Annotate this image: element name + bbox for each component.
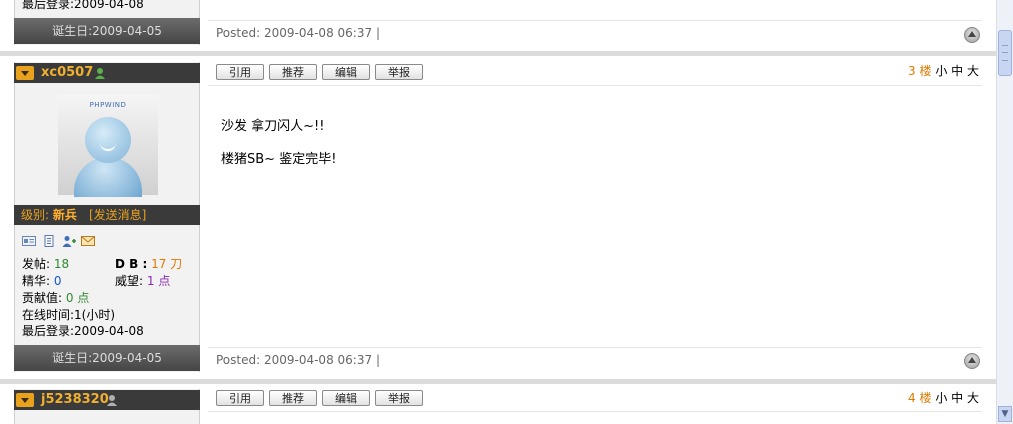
stat-online-time: 在线时间:1(小时) — [22, 308, 116, 322]
next-recommend-button[interactable]: 推荐 — [269, 390, 317, 406]
stat-contribution: 贡献值: 0 点 — [22, 289, 89, 306]
floor-label: 楼 — [919, 64, 932, 78]
stat-contribution-value: 0 点 — [65, 291, 90, 305]
author-username[interactable]: xc0507 — [41, 65, 93, 80]
author-avatar[interactable]: PHPWIND — [58, 95, 158, 197]
font-size-medium[interactable]: 中 — [951, 64, 963, 78]
stat-prestige-value: 1 点 — [146, 274, 171, 288]
stat-elite: 精华: 0 — [22, 272, 62, 289]
level-info: 级别: 新兵 — [21, 205, 77, 225]
forum-thread-page: 最后登录:2009-04-08 诞生日:2009-04-05 Posted: 2… — [0, 0, 996, 424]
next-report-button[interactable]: 举报 — [375, 390, 423, 406]
next-font-size-large[interactable]: 大 — [967, 391, 979, 405]
font-size-large[interactable]: 大 — [967, 64, 979, 78]
stat-elite-value: 0 — [53, 274, 62, 288]
stat-db-value: 17 刀 — [151, 257, 183, 271]
post-content-line-1: 沙发 拿刀闪人~!! — [221, 119, 325, 134]
stat-db-label: D B : — [115, 257, 148, 271]
stat-prestige: 威望: 1 点 — [115, 272, 170, 289]
floor-number: 3 — [908, 64, 916, 78]
collapse-toggle-icon[interactable] — [16, 66, 34, 80]
avatar-head-shape — [85, 117, 131, 163]
posted-time: Posted: 2009-04-08 06:37 | — [216, 353, 380, 367]
posted-sep: | — [375, 353, 380, 367]
stat-db: D B : 17 刀 — [115, 255, 182, 272]
vertical-scrollbar[interactable]: ▼ — [996, 0, 1013, 424]
prev-birthday-bar: 诞生日:2009-04-05 — [14, 18, 200, 44]
edit-button[interactable]: 编辑 — [322, 64, 370, 80]
back-to-top-icon[interactable] — [964, 27, 980, 43]
scroll-down-arrow-icon[interactable]: ▼ — [998, 406, 1012, 422]
floor-indicator: 3 楼 小 中 大 — [908, 62, 979, 79]
next-edit-button[interactable]: 编辑 — [322, 390, 370, 406]
next-floor-number: 4 — [908, 391, 916, 405]
next-floor-indicator: 4 楼 小 中 大 — [908, 389, 979, 406]
quote-button[interactable]: 引用 — [216, 64, 264, 80]
prev-posted-sep: | — [375, 26, 380, 40]
stat-contribution-label: 贡献值: — [22, 291, 63, 305]
online-status-icon — [95, 68, 105, 79]
author-action-icons — [22, 233, 97, 247]
post-separator — [0, 51, 996, 56]
stat-elite-label: 精华: — [22, 274, 51, 288]
avatar-body-shape — [74, 157, 142, 197]
prev-last-login: 最后登录:2009-04-08 — [22, 0, 144, 11]
profile-card-icon[interactable] — [22, 235, 36, 247]
post-content-line-2: 楼猪SB~ 鉴定完毕! — [221, 152, 337, 167]
prev-posted-text: Posted: 2009-04-08 06:37 — [216, 26, 373, 40]
next-floor-label: 楼 — [919, 391, 932, 405]
stat-posts-value: 18 — [53, 257, 70, 271]
next-post-header-divider — [208, 411, 982, 412]
back-to-top-icon[interactable] — [964, 353, 980, 369]
avatar-brand: PHPWIND — [89, 101, 127, 109]
font-size-small[interactable]: 小 — [935, 64, 947, 78]
next-author-name-bar: j5238320 — [14, 390, 200, 410]
report-button[interactable]: 举报 — [375, 64, 423, 80]
post-separator — [0, 379, 996, 384]
scrollbar-grip-icon — [1002, 45, 1008, 61]
scrollbar-thumb[interactable] — [998, 30, 1012, 76]
next-font-size-small[interactable]: 小 — [935, 391, 947, 405]
next-collapse-toggle-icon[interactable] — [16, 393, 34, 407]
stat-prestige-label: 威望: — [115, 274, 144, 288]
send-message-link[interactable]: [发送消息] — [89, 205, 146, 225]
author-level-bar: 级别: 新兵 [发送消息] — [14, 205, 200, 225]
stat-posts: 发帖: 18 — [22, 255, 69, 272]
posted-text: Posted: 2009-04-08 06:37 — [216, 353, 373, 367]
prev-posted-time: Posted: 2009-04-08 06:37 | — [216, 26, 380, 40]
author-name-bar: xc0507 — [14, 63, 200, 83]
author-rank: 新兵 — [52, 208, 77, 222]
next-quote-button[interactable]: 引用 — [216, 390, 264, 406]
stat-posts-label: 发帖: — [22, 257, 51, 271]
recommend-button[interactable]: 推荐 — [269, 64, 317, 80]
birthday-bar: 诞生日:2009-04-05 — [14, 345, 200, 371]
prev-footer-divider — [208, 20, 982, 21]
stat-last-login: 最后登录:2009-04-08 — [22, 324, 144, 338]
mail-icon[interactable] — [81, 235, 96, 247]
offline-status-icon — [107, 395, 117, 406]
post-header-divider — [208, 85, 982, 86]
next-author-username[interactable]: j5238320 — [41, 392, 109, 407]
document-icon[interactable] — [42, 234, 56, 247]
level-label: 级别: — [21, 208, 50, 222]
next-font-size-medium[interactable]: 中 — [951, 391, 963, 405]
add-friend-icon[interactable] — [62, 235, 76, 247]
post-footer-divider — [208, 347, 982, 348]
